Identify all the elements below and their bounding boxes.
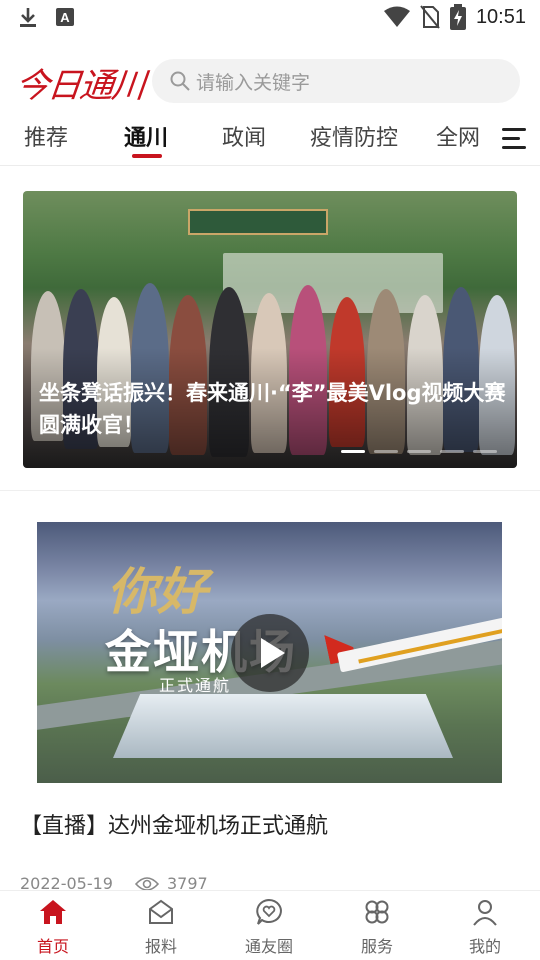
search-placeholder: 请输入关键字 — [196, 71, 311, 94]
carousel-dot[interactable] — [407, 450, 431, 453]
carousel-indicators — [341, 450, 497, 453]
menu-icon[interactable] — [502, 128, 526, 155]
clover-icon — [365, 900, 389, 924]
tab-politics[interactable]: 政闻 — [222, 120, 266, 152]
news-video-thumbnail[interactable]: 你好 金垭机场 正式通航 — [37, 522, 502, 783]
status-time: 10:51 — [475, 5, 526, 28]
nav-friends-circle[interactable]: 通友圈 — [224, 897, 314, 957]
nav-report-label: 报料 — [144, 937, 177, 956]
video-overlay-title: 你好 — [107, 562, 207, 621]
carousel-dot[interactable] — [473, 450, 497, 453]
news-title[interactable]: 【直播】达州金垭机场正式通航 — [20, 808, 328, 840]
nav-home-label: 首页 — [36, 937, 69, 956]
tab-tongchuan[interactable]: 通川 — [124, 120, 168, 152]
carousel-dot[interactable] — [440, 450, 464, 453]
banner-title[interactable]: 坐条凳话振兴！春来通川·“李”最美Vlog视频大赛圆满收官！ — [39, 377, 509, 441]
nav-friends-circle-label: 通友圈 — [244, 937, 293, 956]
play-button[interactable] — [231, 614, 309, 692]
nav-services[interactable]: 服务 — [332, 897, 422, 957]
tab-recommend[interactable]: 推荐 — [24, 120, 68, 152]
app-header: 今日通川 请输入关键字 — [0, 56, 540, 106]
svg-text:A: A — [60, 10, 70, 25]
envelope-icon — [149, 899, 173, 924]
nav-mine-label: 我的 — [468, 937, 501, 956]
video-terminal — [113, 694, 453, 758]
status-bar: A 10:51 — [0, 0, 540, 38]
bottom-navigation: 首页 报料 通友圈 服务 我的 — [0, 890, 540, 960]
search-icon — [170, 71, 190, 91]
font-icon: A — [56, 8, 74, 26]
category-tabs: 推荐 通川 政闻 疫情防控 全网 — [0, 110, 540, 166]
tab-epidemic[interactable]: 疫情防控 — [310, 120, 398, 152]
play-icon — [261, 638, 285, 668]
home-icon — [40, 900, 66, 924]
nav-services-label: 服务 — [360, 937, 393, 956]
battery-charging-icon — [449, 4, 466, 30]
tab-all-web[interactable]: 全网 — [436, 120, 480, 152]
user-icon — [473, 900, 497, 926]
app-logo[interactable]: 今日通川 — [13, 58, 146, 107]
nav-mine[interactable]: 我的 — [440, 897, 530, 957]
nav-home[interactable]: 首页 — [8, 897, 98, 957]
wifi-icon — [383, 6, 410, 27]
chat-heart-icon — [256, 898, 282, 925]
banner-carousel[interactable]: 坐条凳话振兴！春来通川·“李”最美Vlog视频大赛圆满收官！ — [23, 191, 517, 468]
carousel-dot[interactable] — [341, 450, 365, 453]
no-sim-icon — [420, 5, 440, 29]
active-tab-indicator — [132, 154, 162, 158]
section-divider — [0, 490, 540, 491]
carousel-dot[interactable] — [374, 450, 398, 453]
search-bar[interactable]: 请输入关键字 — [152, 59, 520, 103]
video-overlay-subtitle: 正式通航 — [159, 676, 232, 695]
banner-photo-sign — [188, 209, 328, 235]
nav-report[interactable]: 报料 — [116, 897, 206, 957]
download-icon — [20, 8, 36, 27]
